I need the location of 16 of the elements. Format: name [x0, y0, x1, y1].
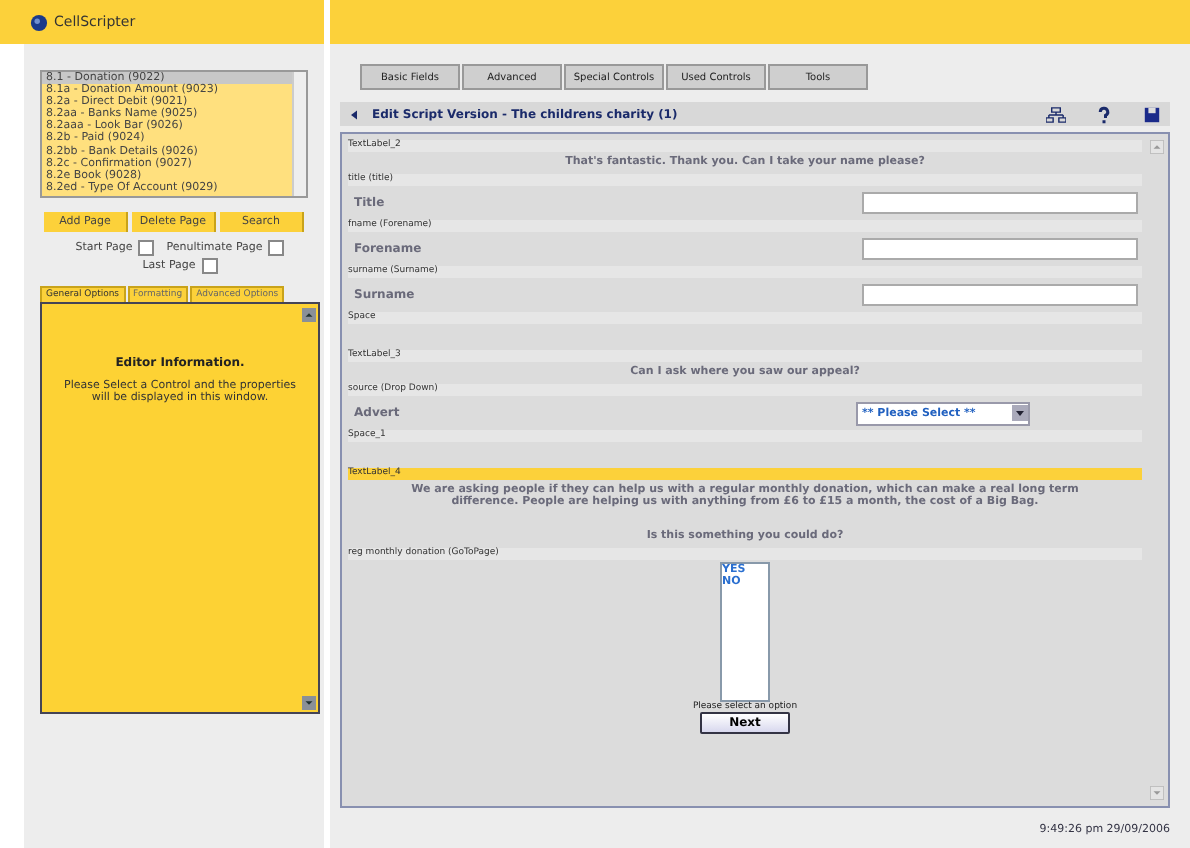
back-icon[interactable] [348, 107, 360, 121]
help-icon[interactable] [1094, 105, 1114, 123]
scroll-down-icon[interactable] [1150, 786, 1164, 800]
logo-icon [30, 13, 48, 31]
input-field[interactable] [862, 192, 1138, 214]
checkbox[interactable] [268, 240, 285, 256]
checkbox[interactable] [201, 258, 218, 274]
hierarchy-icon[interactable] [1046, 105, 1066, 123]
scroll-down-icon[interactable] [302, 696, 316, 710]
scrollbar[interactable] [292, 72, 306, 196]
save-icon[interactable] [1142, 105, 1162, 123]
scroll-up-icon[interactable] [1150, 140, 1164, 154]
input-field[interactable] [862, 238, 1138, 260]
checkbox[interactable] [138, 240, 155, 256]
scroll-up-icon[interactable] [302, 308, 316, 322]
input-field[interactable] [862, 284, 1138, 306]
